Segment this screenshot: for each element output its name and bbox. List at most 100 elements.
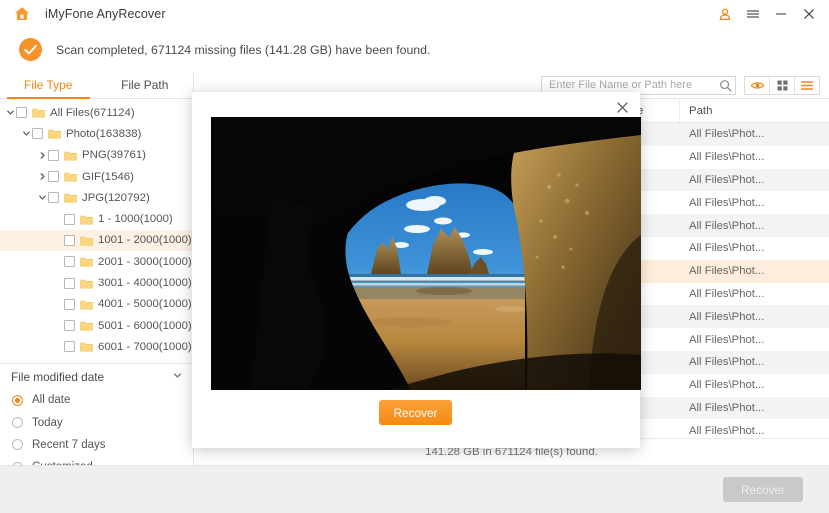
date-filter-option-label: All date [32,394,70,406]
eye-preview-icon[interactable] [745,77,770,94]
cell-path: All Files\Phot... [680,374,829,397]
tree-item-label: 1001 - 2000(1000) [98,234,192,246]
tree-item-checkbox[interactable] [64,214,75,225]
tree-item[interactable]: 1001 - 2000(1000) [0,230,193,251]
tree-spacer [53,214,64,225]
tree-item-label: 4001 - 5000(1000) [98,298,192,310]
close-icon[interactable] [795,0,823,27]
tab-file-type-label: File Type [24,78,72,92]
modal-recover-button[interactable]: Recover [379,400,452,425]
tree-item[interactable]: GIF(1546) [0,166,193,187]
tree-item-checkbox[interactable] [64,299,75,310]
chevron-down-icon[interactable] [37,192,48,203]
tree-item-checkbox[interactable] [48,150,59,161]
tree-item-label: 1 - 1000(1000) [98,213,173,225]
column-header-path[interactable]: Path [680,99,829,122]
tree-item-checkbox[interactable] [64,256,75,267]
folder-icon [80,214,93,225]
tree-item-checkbox[interactable] [64,235,75,246]
tree-spacer [53,256,64,267]
chevron-right-icon[interactable] [37,171,48,182]
cell-path: All Files\Phot... [680,191,829,214]
tab-file-path[interactable]: File Path [97,72,194,98]
file-type-tree[interactable]: All Files(671124) Photo(163838) PNG(39761)… [0,99,193,363]
user-account-icon[interactable] [711,0,739,27]
close-icon[interactable] [611,96,633,118]
tree-item[interactable]: 6001 - 7000(1000) [0,336,193,357]
cell-path: All Files\Phot... [680,397,829,420]
tree-item[interactable]: PNG(39761) [0,145,193,166]
tab-file-type[interactable]: File Type [0,72,97,98]
radio-button[interactable] [12,439,23,450]
tree-item[interactable]: Photo(163838) [0,123,193,144]
tree-item-checkbox[interactable] [64,341,75,352]
folder-icon [64,150,77,161]
chevron-down-icon[interactable] [5,107,16,118]
cell-path: All Files\Phot... [680,283,829,306]
folder-icon [64,171,77,182]
date-filter-option-label: Today [32,417,63,429]
tree-item-label: GIF(1546) [82,171,134,183]
radio-button[interactable] [12,417,23,428]
folder-icon [48,128,61,139]
chevron-right-icon[interactable] [37,150,48,161]
tree-item-label: 2001 - 3000(1000) [98,256,192,268]
radio-button[interactable] [12,395,23,406]
grid-view-icon[interactable] [770,77,795,94]
tree-item-label: All Files(671124) [50,107,135,119]
cell-path: All Files\Phot... [680,305,829,328]
chevron-down-icon[interactable] [21,128,32,139]
folder-icon [80,299,93,310]
cell-path: All Files\Phot... [680,146,829,169]
tree-item-checkbox[interactable] [48,192,59,203]
tree-item[interactable]: 3001 - 4000(1000) [0,272,193,293]
image-preview-dialog: Recover [192,92,640,448]
tree-item-checkbox[interactable] [48,171,59,182]
tree-item-checkbox[interactable] [32,128,43,139]
tab-file-path-label: File Path [121,78,168,92]
tree-item-label: PNG(39761) [82,149,146,161]
tree-item[interactable]: 4001 - 5000(1000) [0,294,193,315]
cell-path: All Files\Phot... [680,123,829,146]
date-filter-option[interactable]: Today [0,411,193,433]
title-bar: iMyFone AnyRecover [0,0,829,28]
app-title: iMyFone AnyRecover [45,7,166,21]
view-mode-group [744,76,820,95]
minimize-icon[interactable] [767,0,795,27]
filter-tabs: File Type File Path [0,72,193,99]
tree-spacer [53,341,64,352]
tree-item[interactable]: All Files(671124) [0,102,193,123]
left-panel: File Type File Path All Files(671124) Pho… [0,72,194,465]
hamburger-menu-icon[interactable] [739,0,767,27]
tree-item-checkbox[interactable] [16,107,27,118]
search-input[interactable] [542,79,715,91]
tree-item[interactable]: 1 - 1000(1000) [0,208,193,229]
recover-button[interactable]: Recover [723,477,803,502]
cell-path: All Files\Phot... [680,214,829,237]
date-filter-option[interactable]: All date [0,389,193,411]
tree-item-checkbox[interactable] [64,320,75,331]
date-filter-title: File modified date [11,370,104,384]
home-icon[interactable] [12,4,32,24]
scan-status-text: Scan completed, 671124 missing files (14… [56,43,430,57]
date-filter-option[interactable]: Recent 7 days [0,434,193,456]
date-filter-option-label: Recent 7 days [32,439,106,451]
preview-image [211,117,641,390]
tree-item[interactable]: 5001 - 6000(1000) [0,315,193,336]
search-icon[interactable] [715,77,735,94]
success-check-icon [19,38,42,61]
folder-icon [32,107,45,118]
chevron-down-icon[interactable] [172,370,183,384]
list-view-icon[interactable] [795,77,819,94]
tree-item-checkbox[interactable] [64,278,75,289]
folder-icon [80,256,93,267]
cell-path: All Files\Phot... [680,328,829,351]
folder-icon [80,235,93,246]
tree-item[interactable]: 2001 - 3000(1000) [0,251,193,272]
folder-icon [64,192,77,203]
tree-item[interactable]: JPG(120792) [0,187,193,208]
cell-path: All Files\Phot... [680,169,829,192]
folder-icon [80,320,93,331]
tree-item-label: 6001 - 7000(1000) [98,341,192,353]
date-filter-header[interactable]: File modified date [0,364,193,389]
